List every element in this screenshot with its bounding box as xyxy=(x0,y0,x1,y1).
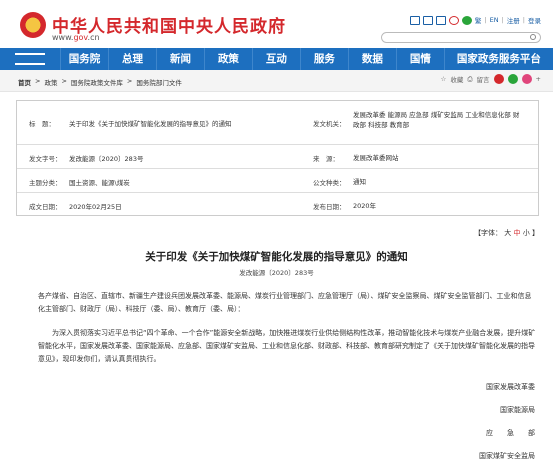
mail-icon[interactable] xyxy=(409,15,420,25)
search-icon[interactable] xyxy=(530,34,536,40)
nav-item-premier[interactable]: 总理 xyxy=(107,48,156,70)
signature-nea: 国家能源局 xyxy=(500,406,535,414)
tablet-icon[interactable] xyxy=(435,15,446,25)
breadcrumb-dept-docs[interactable]: 国务院部门文件 xyxy=(136,77,182,87)
nav-item-national[interactable]: 国情 xyxy=(395,48,444,70)
info-published-value: 2020年 xyxy=(353,202,377,210)
home-logo-icon[interactable] xyxy=(0,48,60,70)
nav-item-data[interactable]: 数据 xyxy=(347,48,396,70)
info-docno-value: 发改能源〔2020〕283号 xyxy=(69,155,144,163)
search-input[interactable] xyxy=(381,32,541,43)
nav-item-service-platform[interactable]: 国家政务服务平台 xyxy=(443,48,553,70)
nav-item-news[interactable]: 新闻 xyxy=(155,48,204,70)
wechat-icon[interactable] xyxy=(461,15,472,25)
national-emblem-icon[interactable] xyxy=(20,12,46,38)
nav-item-services[interactable]: 服务 xyxy=(299,48,348,70)
site-header: 中华人民共和国中央人民政府 www.gov.cn 繁 | EN | 注册 | 登录 xyxy=(0,0,553,48)
signature-coal-safety: 国家煤矿安全监局 xyxy=(479,452,535,460)
breadcrumb: 首页 > 政策 > 国务院政策文件库 > 国务院部门文件 xyxy=(18,77,182,87)
qzone-share-icon[interactable] xyxy=(521,74,532,84)
info-row-topic: 主题分类： 国土资源、能源\煤炭 公文种类： 通知 xyxy=(17,169,538,193)
article-paragraph-1: 各产煤省、自治区、直辖市、新疆生产建设兵团发展改革委、能源局、煤炭行业管理部门、… xyxy=(38,292,532,313)
weibo-icon[interactable] xyxy=(448,15,459,25)
article-title: 关于印发《关于加快煤矿智能化发展的指导意见》的通知 xyxy=(145,251,408,263)
link-register[interactable]: 注册 xyxy=(507,15,520,25)
link-traditional[interactable]: 繁 xyxy=(475,15,482,25)
top-tools: 繁 | EN | 注册 | 登录 xyxy=(409,15,541,25)
article-paragraph-2: 为深入贯彻落实习近平总书记“四个革命、一个合作”能源安全新战略，加快推进煤炭行业… xyxy=(38,329,536,363)
more-share-icon[interactable]: + xyxy=(536,75,541,83)
signature-ndrc: 国家发展改革委 xyxy=(486,383,535,391)
link-login[interactable]: 登录 xyxy=(528,15,541,25)
font-size-medium[interactable]: 中 xyxy=(514,229,521,237)
wechat-share-icon[interactable] xyxy=(507,74,518,84)
font-size-small[interactable]: 小 xyxy=(523,229,530,237)
article-docno: 发改能源〔2020〕283号 xyxy=(239,269,314,277)
font-size-large[interactable]: 大 xyxy=(504,229,511,237)
main-nav: 国务院 总理 新闻 政策 互动 服务 数据 国情 国家政务服务平台 xyxy=(0,48,553,70)
info-source-value: 发展改革委网站 xyxy=(353,154,399,162)
nav-item-policy[interactable]: 政策 xyxy=(203,48,252,70)
save-link[interactable]: 留言 xyxy=(477,74,490,84)
nav-item-interaction[interactable]: 互动 xyxy=(251,48,300,70)
site-url: www.gov.cn xyxy=(52,33,100,42)
breadcrumb-policy[interactable]: 政策 xyxy=(44,77,57,87)
info-row-docno: 发文字号： 发改能源〔2020〕283号 来 源： 发展改革委网站 xyxy=(17,145,538,169)
document-info-table: 标 题： 关于印发《关于加快煤矿智能化发展的指导意见》的通知 发文机关： 发展改… xyxy=(16,100,539,216)
signature-mem: 应 急 部 xyxy=(486,429,535,437)
info-written-value: 2020年02月25日 xyxy=(69,203,122,211)
info-row-title: 标 题： 关于印发《关于加快煤矿智能化发展的指导意见》的通知 发文机关： 发展改… xyxy=(17,101,538,145)
font-size-control: 【字体： 大 中 小 】 xyxy=(474,229,539,237)
nav-item-state-council[interactable]: 国务院 xyxy=(60,48,108,70)
breadcrumb-bar: 首页 > 政策 > 国务院政策文件库 > 国务院部门文件 ☆ 收藏 ⎙ 留言 + xyxy=(0,70,553,92)
info-topic-value: 国土资源、能源\煤炭 xyxy=(69,179,130,187)
weibo-share-icon[interactable] xyxy=(493,74,504,84)
breadcrumb-home[interactable]: 首页 xyxy=(18,77,31,87)
link-english[interactable]: EN xyxy=(490,16,499,24)
share-tools: ☆ 收藏 ⎙ 留言 + xyxy=(441,74,541,84)
star-icon[interactable]: ☆ xyxy=(441,75,447,83)
info-row-dates: 成文日期： 2020年02月25日 发布日期： 2020年 xyxy=(17,193,538,217)
mobile-icon[interactable] xyxy=(422,15,433,25)
info-type-value: 通知 xyxy=(353,178,366,186)
info-issuer-value: 发展改革委 能源局 应急部 煤矿安监局 工业和信息化部 财政部 科技部 教育部 xyxy=(353,111,520,129)
info-title-value: 关于印发《关于加快煤矿智能化发展的指导意见》的通知 xyxy=(69,120,232,128)
breadcrumb-library[interactable]: 国务院政策文件库 xyxy=(71,77,123,87)
favorite-link[interactable]: 收藏 xyxy=(450,74,463,84)
print-icon[interactable]: ⎙ xyxy=(467,75,472,84)
